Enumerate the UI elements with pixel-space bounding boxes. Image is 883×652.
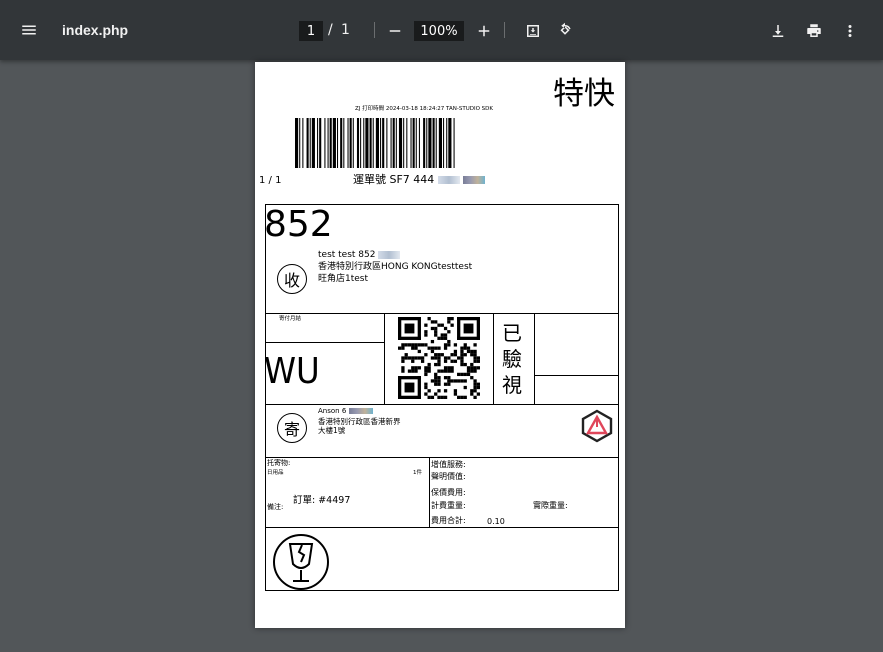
- print-meta: ZJ 打印時間 2024-03-18 18:24:27 TAN-STUDIO S…: [355, 106, 493, 112]
- goods-quantity: 1件: [413, 470, 422, 476]
- redacted-mark: [463, 176, 486, 184]
- total-fee-value: 0.10: [487, 517, 505, 526]
- printer-icon: [807, 24, 821, 37]
- waybill-prefix: SF7 444: [389, 173, 435, 186]
- remark-label: 備注:: [267, 503, 284, 511]
- area-code: 852: [264, 204, 333, 245]
- receiver-name: test test 852: [318, 249, 401, 261]
- empty-cell: [534, 375, 619, 405]
- more-actions-button[interactable]: [839, 20, 861, 42]
- checked-label: 已驗視: [502, 321, 522, 397]
- rotate-icon: [560, 22, 571, 35]
- monthly-account-label: 寄付月結: [279, 316, 302, 322]
- print-button[interactable]: [803, 20, 825, 42]
- waybill-label: 運單號: [353, 173, 386, 186]
- actual-weight-label: 實際重量:: [533, 501, 568, 510]
- download-icon: [772, 25, 784, 37]
- total-fee-label: 費用合計:: [431, 516, 466, 525]
- receiver-badge: 收: [277, 264, 307, 294]
- waybill-number: 運單號 SF7 444: [353, 171, 486, 187]
- label-page-count: 1 / 1: [259, 175, 282, 186]
- page-separator: /: [328, 22, 333, 38]
- company-logo-icon: [581, 409, 613, 443]
- receiver-address-line1: 香港特別行政區HONG KONGtesttest: [318, 262, 473, 272]
- fit-page-icon: [527, 25, 539, 37]
- more-vert-icon: [848, 25, 852, 37]
- fit-to-page-button[interactable]: [522, 20, 544, 42]
- service-type: 特快: [553, 76, 615, 112]
- empty-cell: [534, 313, 619, 376]
- receiver-address-line2: 旺角店1test: [318, 274, 369, 284]
- minus-icon: [389, 30, 401, 32]
- declared-value-label: 聲明價值:: [431, 472, 466, 481]
- zoom-out-button[interactable]: [384, 20, 406, 42]
- goods-label: 托寄物:: [267, 459, 291, 467]
- route-code: WU: [264, 351, 320, 392]
- qr-code: [398, 317, 480, 399]
- menu-button[interactable]: [20, 0, 40, 60]
- current-page-input[interactable]: 1: [299, 21, 323, 41]
- pdf-page: 特快 ZJ 打印時間 2024-03-18 18:24:27 TAN-STUDI…: [255, 62, 625, 628]
- sender-badge: 寄: [277, 413, 307, 443]
- hamburger-menu-icon: [22, 25, 36, 35]
- toolbar-divider: [504, 22, 505, 38]
- vas-label: 增值服務:: [431, 460, 466, 469]
- sender-address-line2: 大樓1號: [318, 426, 346, 435]
- goods-value: 日用品: [267, 470, 284, 476]
- charge-weight-label: 計費重量:: [431, 501, 466, 510]
- total-pages: 1: [341, 22, 350, 38]
- document-title: index.php: [62, 22, 129, 38]
- download-button[interactable]: [767, 20, 789, 42]
- redacted-mark: [378, 250, 401, 259]
- order-number: 訂單: #4497: [293, 495, 351, 506]
- zoom-in-button[interactable]: [473, 20, 495, 42]
- redacted-mark: [437, 176, 460, 184]
- waybill-barcode: [295, 118, 455, 168]
- redacted-mark: [348, 408, 373, 414]
- toolbar-divider: [374, 22, 375, 38]
- pdf-toolbar: index.php 1 / 1 100%: [0, 0, 883, 60]
- fragile-glass-icon: [273, 534, 329, 590]
- plus-icon: [478, 25, 490, 37]
- zoom-level-input[interactable]: 100%: [414, 21, 464, 41]
- insurance-fee-label: 保價費用:: [431, 488, 466, 497]
- rotate-button[interactable]: [554, 20, 576, 42]
- sender-name: Anson 6: [318, 407, 373, 415]
